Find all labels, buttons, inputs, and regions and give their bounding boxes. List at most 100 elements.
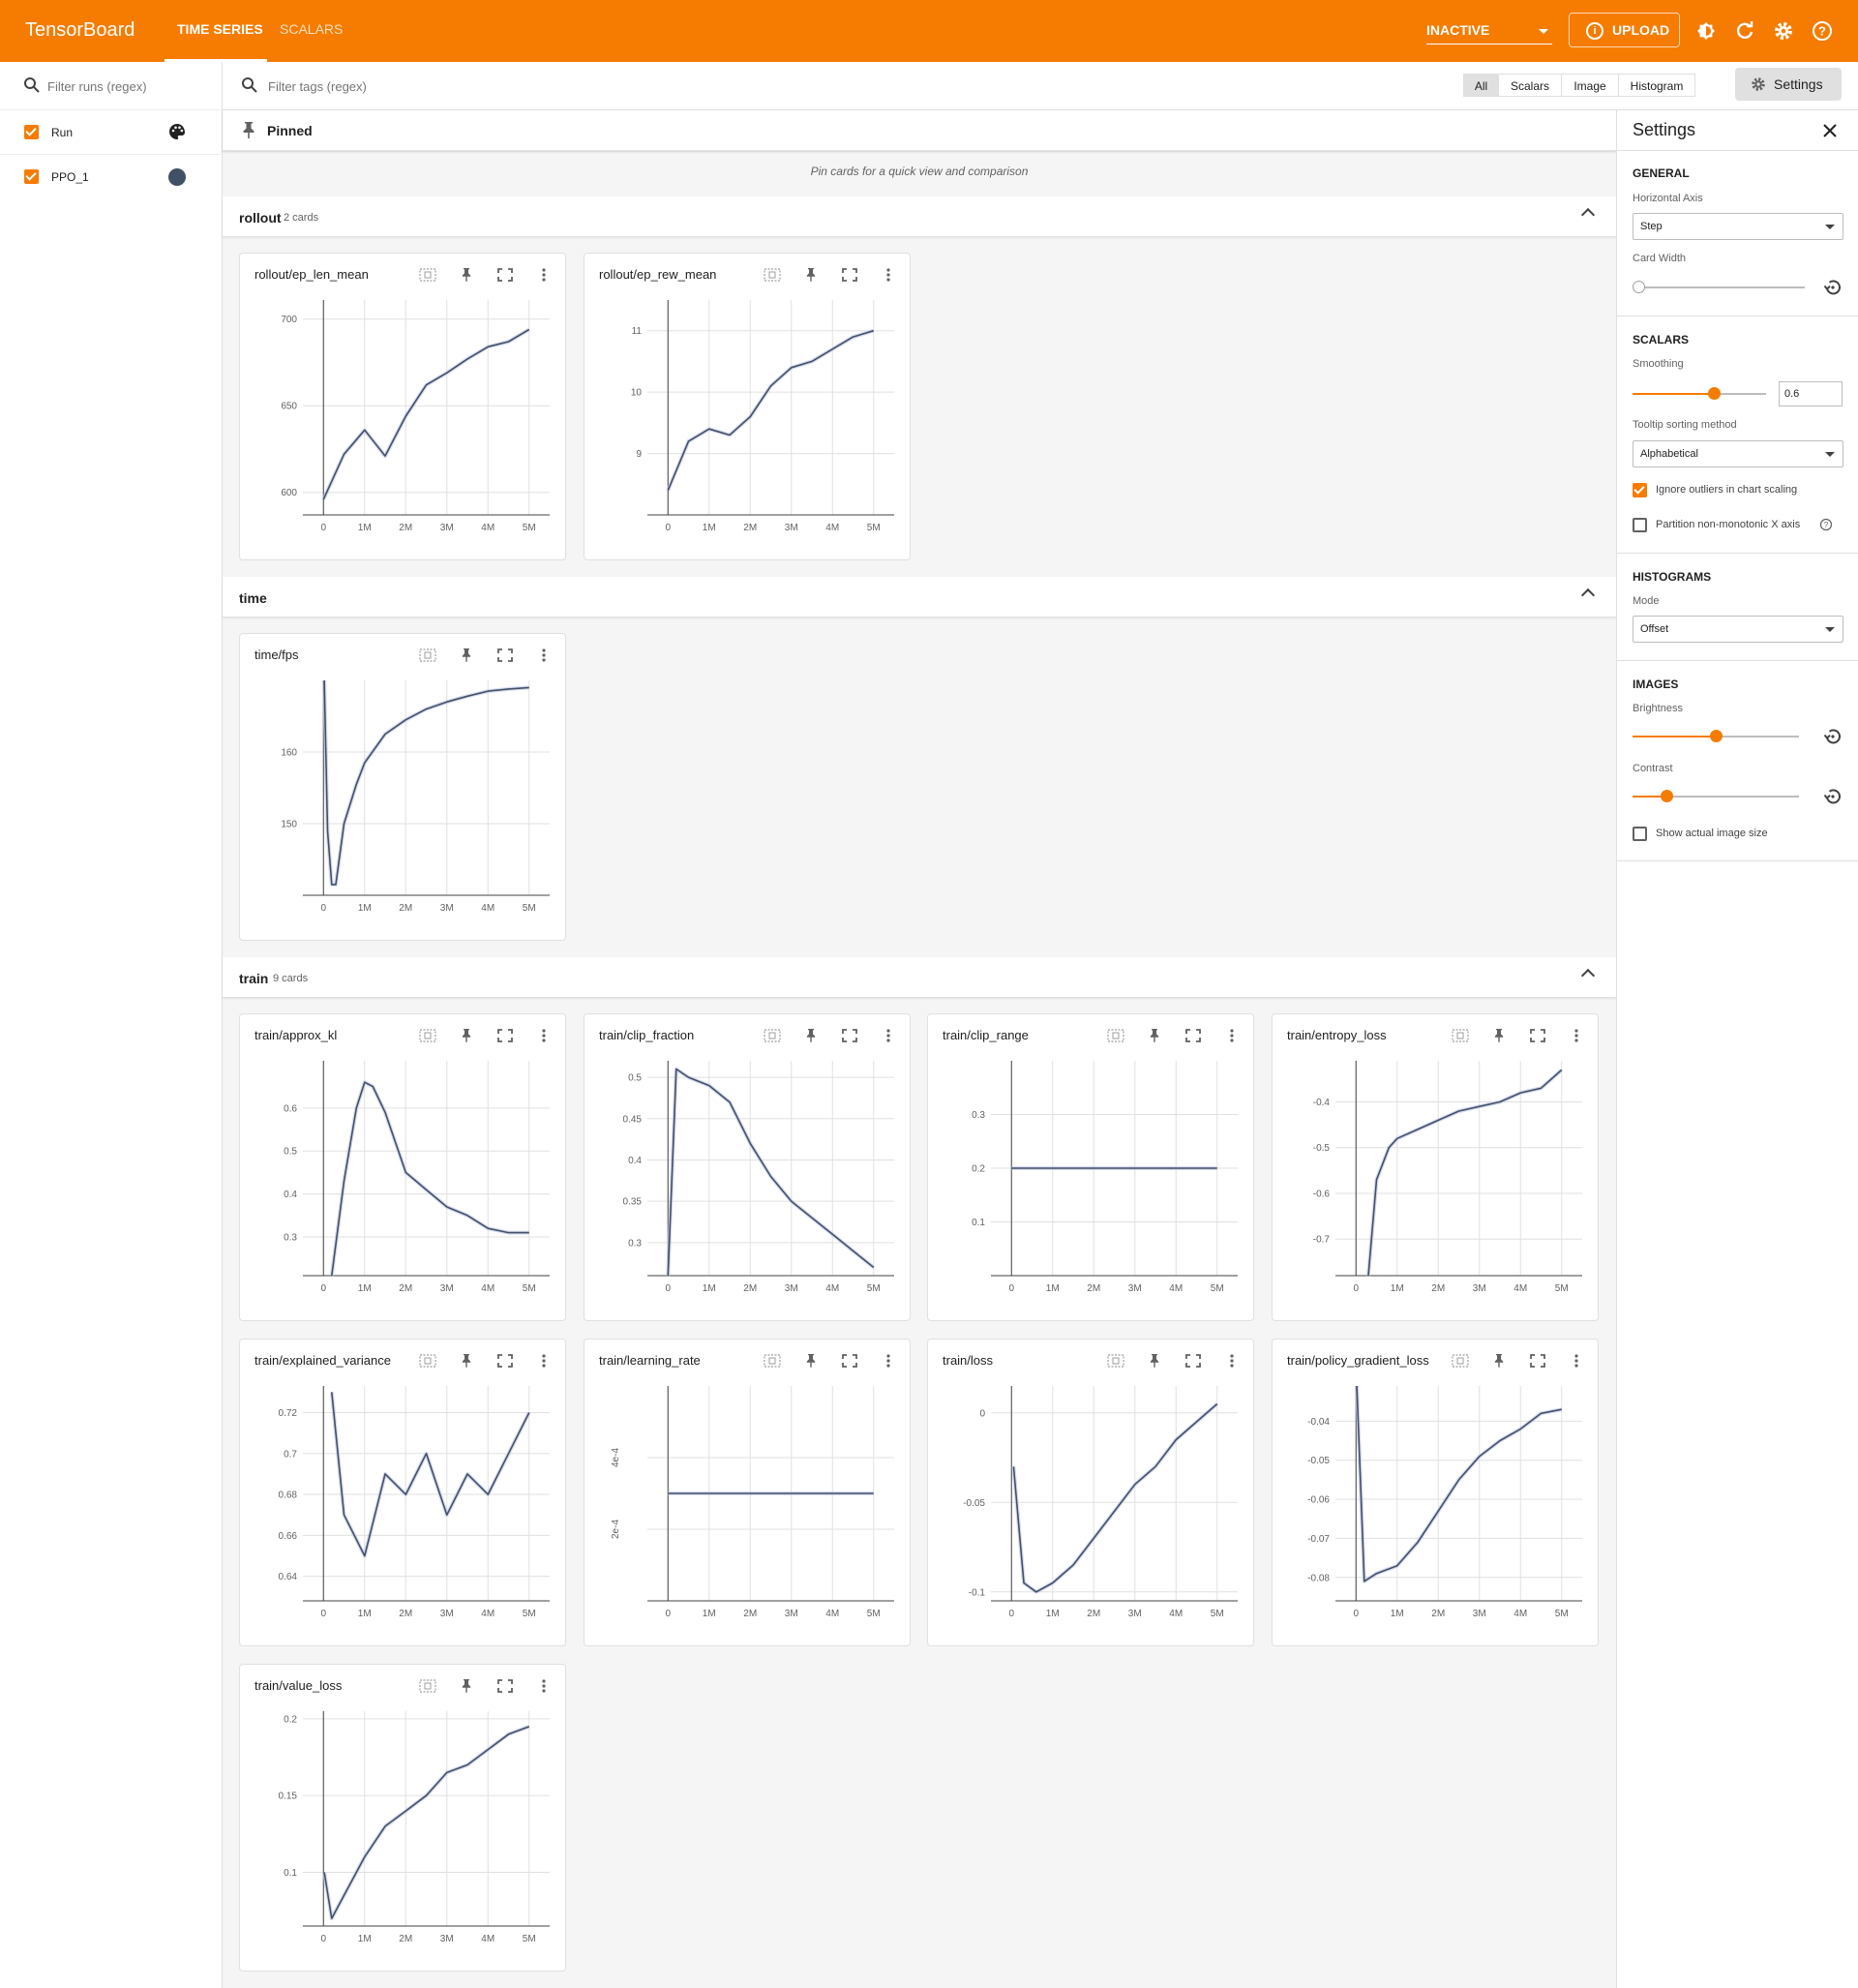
upload-button[interactable]: i UPLOAD: [1569, 13, 1680, 47]
line-chart[interactable]: 0 1M 2M 3M 4M 5M 0.64 0.66 0.68 0.7 0.72: [240, 1378, 567, 1640]
chevron-up-icon[interactable]: [1580, 587, 1596, 603]
reset-icon[interactable]: [1822, 277, 1843, 298]
fit-domain-icon[interactable]: [419, 1353, 436, 1369]
more-vert-icon[interactable]: [880, 1353, 897, 1369]
chevron-up-icon[interactable]: [1580, 968, 1596, 983]
more-vert-icon[interactable]: [880, 1028, 897, 1043]
run-row[interactable]: PPO_1: [0, 154, 221, 196]
ignore-outliers-checkbox[interactable]: [1633, 483, 1647, 497]
fit-domain-icon[interactable]: [419, 1678, 436, 1694]
fullscreen-icon[interactable]: [496, 267, 514, 283]
chevron-up-icon[interactable]: [1580, 207, 1596, 223]
type-filter-all[interactable]: All: [1463, 74, 1499, 97]
line-chart[interactable]: 0 1M 2M 3M 4M 5M -0.1 -0.05 0: [928, 1378, 1255, 1640]
contrast-slider-thumb[interactable]: [1661, 790, 1673, 802]
gear-icon[interactable]: [1772, 19, 1795, 43]
fullscreen-icon[interactable]: [1184, 1353, 1202, 1369]
section-header-rollout[interactable]: rollout 2 cards: [223, 196, 1616, 237]
pin-icon[interactable]: [1490, 1028, 1508, 1043]
more-vert-icon[interactable]: [1223, 1028, 1241, 1043]
reset-icon[interactable]: [1822, 726, 1843, 747]
fit-domain-icon[interactable]: [764, 267, 781, 283]
section-header-train[interactable]: train 9 cards: [223, 957, 1616, 998]
line-chart[interactable]: 0 1M 2M 3M 4M 5M -0.7 -0.6 -0.5 -0.4: [1273, 1053, 1600, 1314]
more-vert-icon[interactable]: [535, 1353, 553, 1369]
type-filter-scalars[interactable]: Scalars: [1498, 74, 1562, 97]
run-checkbox[interactable]: [24, 125, 39, 139]
fullscreen-icon[interactable]: [496, 1678, 514, 1694]
fullscreen-icon[interactable]: [496, 1028, 514, 1043]
brightness-slider-thumb[interactable]: [1710, 730, 1723, 742]
line-chart[interactable]: 0 1M 2M 3M 4M 5M 0.3 0.35 0.4 0.45 0.5: [584, 1053, 912, 1314]
run-row[interactable]: Run: [0, 109, 221, 152]
pin-icon[interactable]: [458, 648, 475, 663]
pin-icon[interactable]: [1146, 1028, 1163, 1043]
run-color-swatch[interactable]: [168, 168, 186, 186]
fit-domain-icon[interactable]: [1107, 1353, 1124, 1369]
brightness-icon[interactable]: [1694, 19, 1718, 43]
fit-domain-icon[interactable]: [1452, 1353, 1469, 1369]
settings-toggle-button[interactable]: Settings: [1735, 68, 1842, 101]
more-vert-icon[interactable]: [1568, 1353, 1585, 1369]
tab-time-series[interactable]: TIME SERIES: [177, 21, 263, 37]
close-icon[interactable]: [1821, 122, 1839, 139]
reset-icon[interactable]: [1822, 786, 1843, 807]
line-chart[interactable]: 0 1M 2M 3M 4M 5M 600 650 700: [240, 292, 567, 554]
more-vert-icon[interactable]: [880, 267, 897, 283]
palette-icon[interactable]: [167, 122, 187, 141]
fullscreen-icon[interactable]: [841, 267, 858, 283]
pin-icon[interactable]: [802, 1353, 820, 1369]
more-vert-icon[interactable]: [535, 267, 553, 283]
pin-icon[interactable]: [802, 1028, 820, 1043]
pin-icon[interactable]: [458, 1678, 475, 1694]
fullscreen-icon[interactable]: [1529, 1028, 1546, 1043]
line-chart[interactable]: 0 1M 2M 3M 4M 5M 0.1 0.15 0.2: [240, 1703, 567, 1965]
fullscreen-icon[interactable]: [1184, 1028, 1202, 1043]
histogram-mode-select[interactable]: Offset: [1633, 616, 1843, 643]
line-chart[interactable]: 0 1M 2M 3M 4M 5M 0.1 0.2 0.3: [928, 1053, 1255, 1314]
tooltip-sort-select[interactable]: Alphabetical: [1633, 440, 1843, 467]
pin-icon[interactable]: [1490, 1353, 1508, 1369]
fullscreen-icon[interactable]: [496, 1353, 514, 1369]
pin-icon[interactable]: [458, 1028, 475, 1043]
refresh-icon[interactable]: [1733, 19, 1756, 43]
tag-filter-input[interactable]: Filter tags (regex): [268, 79, 367, 94]
run-checkbox[interactable]: [24, 169, 39, 184]
pin-icon[interactable]: [458, 267, 475, 283]
card-width-slider[interactable]: [1638, 286, 1805, 288]
fit-domain-icon[interactable]: [419, 267, 436, 283]
fullscreen-icon[interactable]: [496, 648, 514, 663]
fit-domain-icon[interactable]: [764, 1353, 781, 1369]
fit-domain-icon[interactable]: [419, 648, 436, 663]
fit-domain-icon[interactable]: [419, 1028, 436, 1043]
more-vert-icon[interactable]: [535, 1028, 553, 1043]
line-chart[interactable]: 0 1M 2M 3M 4M 5M -0.08 -0.07 -0.06 -0.05 -0.04: [1273, 1378, 1600, 1640]
help-icon[interactable]: ?: [1819, 518, 1833, 531]
line-chart[interactable]: 0 1M 2M 3M 4M 5M 0.3 0.4 0.5 0.6: [240, 1053, 567, 1314]
more-vert-icon[interactable]: [535, 648, 553, 663]
smoothing-slider-thumb[interactable]: [1708, 387, 1721, 400]
smoothing-input[interactable]: 0.6: [1779, 381, 1843, 407]
more-vert-icon[interactable]: [1568, 1028, 1585, 1043]
more-vert-icon[interactable]: [1223, 1353, 1241, 1369]
help-icon[interactable]: ?: [1811, 19, 1834, 43]
horizontal-axis-select[interactable]: Step: [1633, 213, 1843, 240]
runs-filter-input[interactable]: Filter runs (regex): [47, 79, 147, 94]
more-vert-icon[interactable]: [535, 1678, 553, 1694]
partition-checkbox[interactable]: [1633, 518, 1647, 532]
fit-domain-icon[interactable]: [1452, 1028, 1469, 1043]
pin-icon[interactable]: [1146, 1353, 1163, 1369]
plugin-select[interactable]: INACTIVE: [1426, 19, 1552, 45]
pin-icon[interactable]: [458, 1353, 475, 1369]
line-chart[interactable]: 0 1M 2M 3M 4M 5M 150 160: [240, 673, 567, 934]
fullscreen-icon[interactable]: [841, 1028, 858, 1043]
actual-size-checkbox[interactable]: [1633, 827, 1647, 841]
section-header-time[interactable]: time: [223, 577, 1616, 617]
fit-domain-icon[interactable]: [764, 1028, 781, 1043]
type-filter-image[interactable]: Image: [1561, 74, 1619, 97]
fullscreen-icon[interactable]: [841, 1353, 858, 1369]
type-filter-histogram[interactable]: Histogram: [1618, 74, 1695, 97]
pin-icon[interactable]: [802, 267, 820, 283]
card-width-slider-thumb[interactable]: [1633, 281, 1645, 293]
line-chart[interactable]: 0 1M 2M 3M 4M 5M 9 10 11: [584, 292, 912, 554]
